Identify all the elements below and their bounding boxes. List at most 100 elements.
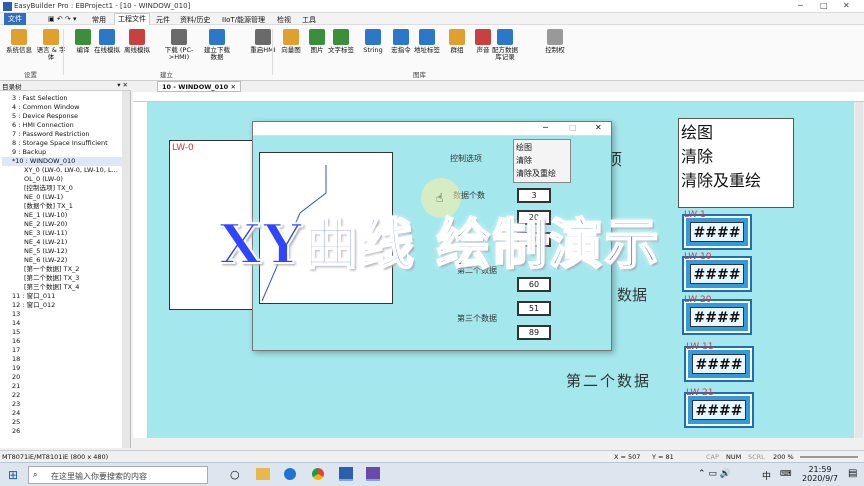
simulator-taskbar-icon[interactable]	[366, 467, 380, 481]
keyboard-icon[interactable]: ⌨	[780, 469, 792, 478]
tray-icons[interactable]: ⌃ ▭ 🔊	[698, 469, 731, 479]
tree-item[interactable]: 14	[2, 319, 122, 328]
build-download-button[interactable]: 建立下载数据	[202, 29, 232, 61]
tree-item[interactable]: XY_0 (LW-0, LW-0, LW-10, L...	[2, 166, 122, 175]
tree-item[interactable]: 5 : Device Response	[2, 112, 122, 121]
clock[interactable]: 21:59 2020/9/7	[800, 465, 840, 483]
taskbar-search[interactable]: ⌕ 在这里输入你要搜索的内容	[28, 466, 208, 484]
tab-window-010[interactable]: 10 - WINDOW_010 ✕	[157, 81, 241, 92]
option-list-object[interactable]: 绘图 清除 清除及重绘	[678, 118, 794, 208]
project-tree[interactable]: 3 : Fast Selection 4 : Common Window 5 : D…	[2, 94, 122, 436]
notification-icon[interactable]: ▤	[848, 468, 857, 479]
download-button[interactable]: 下载 (PC->HMI)	[164, 29, 194, 61]
sim-option-list[interactable]: 绘图 清除 清除及重绘	[513, 139, 571, 183]
sim-minimize-icon[interactable]: ─	[543, 123, 548, 132]
file-explorer-icon[interactable]	[256, 468, 270, 480]
tree-item[interactable]: *10 : WINDOW_010	[2, 157, 122, 166]
canvas-option-item[interactable]: 清除及重绘	[681, 169, 761, 193]
sim-option-item[interactable]: 清除	[516, 154, 556, 167]
numeric-display-lw20[interactable]: LW-20 ####	[684, 295, 750, 333]
tree-item[interactable]: NE_5 (LW-12)	[2, 247, 122, 256]
ime-indicator[interactable]: 中	[762, 469, 771, 482]
language-font-button[interactable]: 语言 & 字体	[36, 29, 66, 61]
minimize-icon[interactable]: ─	[798, 1, 803, 10]
maximize-icon[interactable]: □	[820, 1, 828, 10]
menu-tools[interactable]: 工具	[302, 15, 316, 25]
sim-close-icon[interactable]: ✕	[595, 123, 602, 132]
zoom-slider[interactable]	[800, 456, 858, 458]
tree-item[interactable]: [控制选项] TX_0	[2, 184, 122, 193]
menu-file[interactable]: 文件	[4, 13, 26, 25]
numeric-display-lw21[interactable]: LW-21 ####	[686, 388, 752, 426]
tree-item[interactable]: 12 : 窗口_012	[2, 301, 122, 310]
menu-view[interactable]: 检视	[277, 15, 291, 25]
tree-item[interactable]: 21	[2, 382, 122, 391]
tree-item[interactable]: 4 : Common Window	[2, 103, 122, 112]
tree-item[interactable]: 20	[2, 373, 122, 382]
tree-item[interactable]: 22	[2, 391, 122, 400]
tree-item[interactable]: 17	[2, 346, 122, 355]
address-tag-button[interactable]: 地址标签	[412, 29, 442, 54]
tree-item[interactable]: NE_0 (LW-1)	[2, 193, 122, 202]
tree-item[interactable]: [第三个数据] TX_4	[2, 283, 122, 292]
tree-item[interactable]: [第一个数据] TX_2	[2, 265, 122, 274]
task-view-icon[interactable]: ○	[230, 468, 240, 481]
canvas-option-item[interactable]: 绘图	[681, 121, 761, 145]
tree-item[interactable]: 16	[2, 337, 122, 346]
online-sim-button[interactable]: 在线模拟	[92, 29, 122, 54]
menu-common[interactable]: 常用	[92, 15, 106, 25]
menu-objects[interactable]: 元件	[156, 15, 170, 25]
windows-start-icon[interactable]: ⊞	[8, 468, 18, 482]
menu-iiot[interactable]: IIoT/能源管理	[222, 15, 265, 25]
numeric-display-lw1[interactable]: LW-1 ####	[684, 210, 750, 248]
canvas-scrollbar[interactable]	[855, 102, 863, 438]
tree-item[interactable]: [数据个数] TX_1	[2, 202, 122, 211]
tree-item[interactable]: 6 : HMI Connection	[2, 121, 122, 130]
tree-item[interactable]: NE_6 (LW-22)	[2, 256, 122, 265]
tree-item[interactable]: 3 : Fast Selection	[2, 94, 122, 103]
offline-sim-button[interactable]: 离线模拟	[122, 29, 152, 54]
tree-item[interactable]: 15	[2, 328, 122, 337]
access-control-button[interactable]: 控制权	[540, 29, 570, 54]
easybuilder-taskbar-icon[interactable]	[339, 467, 353, 481]
ribbon-button-label: 系统信息	[6, 46, 32, 54]
tree-item[interactable]: 24	[2, 409, 122, 418]
tree-item[interactable]: 9 : Backup	[2, 148, 122, 157]
string-button[interactable]: String	[358, 29, 388, 54]
close-icon[interactable]: ✕	[843, 1, 850, 10]
quick-access-icons[interactable]: ▣ ↶ ↷ ▾	[48, 15, 77, 23]
tree-item[interactable]: NE_3 (LW-11)	[2, 229, 122, 238]
tree-scrollbar[interactable]	[122, 91, 130, 448]
tree-item[interactable]: 25	[2, 418, 122, 427]
text-label-button[interactable]: 文字标签	[326, 29, 356, 54]
tree-item[interactable]: 18	[2, 355, 122, 364]
tree-item[interactable]: 13	[2, 310, 122, 319]
sim-value-2[interactable]: 51	[517, 301, 551, 316]
sim-option-item[interactable]: 清除及重绘	[516, 167, 556, 180]
sim-value-3[interactable]: 89	[517, 325, 551, 340]
edge-icon[interactable]	[284, 468, 296, 480]
menu-data-history[interactable]: 资料/历史	[180, 15, 210, 25]
chrome-icon[interactable]	[312, 468, 324, 480]
numeric-display-lw10[interactable]: LW-10 ####	[684, 252, 750, 290]
tree-item[interactable]: [第二个数据] TX_3	[2, 274, 122, 283]
sim-option-item[interactable]: 绘图	[516, 141, 556, 154]
restart-hmi-button[interactable]: 重启HMI	[248, 29, 278, 54]
sim-third-label: 第三个数据	[457, 314, 497, 323]
canvas-option-item[interactable]: 清除	[681, 145, 761, 169]
menu-project[interactable]: 工程文件	[114, 13, 150, 25]
tree-item[interactable]: 7 : Password Restriction	[2, 130, 122, 139]
tree-item[interactable]: NE_4 (LW-21)	[2, 238, 122, 247]
numeric-display-lw11[interactable]: LW-11 ####	[686, 342, 752, 380]
tree-item[interactable]: OL_0 (LW-0)	[2, 175, 122, 184]
tree-item[interactable]: 11 : 窗口_011	[2, 292, 122, 301]
tree-item[interactable]: 26	[2, 427, 122, 436]
tree-item[interactable]: NE_2 (LW-20)	[2, 220, 122, 229]
ribbon-button-label: 重启HMI	[250, 46, 276, 54]
tree-item[interactable]: NE_1 (LW-10)	[2, 211, 122, 220]
system-info-button[interactable]: 系统信息	[4, 29, 34, 54]
tree-item[interactable]: 19	[2, 364, 122, 373]
tree-item[interactable]: 23	[2, 400, 122, 409]
recipe-db-button[interactable]: 配方数据库记录	[490, 29, 520, 61]
tree-item[interactable]: 8 : Storage Space Insufficient	[2, 139, 122, 148]
